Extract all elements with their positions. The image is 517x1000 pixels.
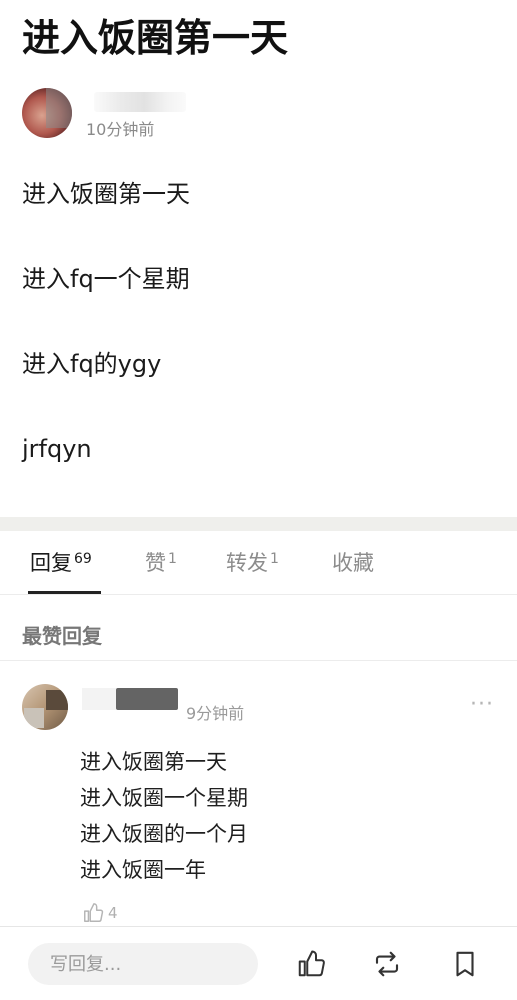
comment-like-button[interactable]: 4 bbox=[82, 902, 118, 924]
tab-reposts-count: 1 bbox=[270, 551, 279, 567]
tab-likes-count: 1 bbox=[168, 551, 177, 567]
tab-replies-label: 回复 bbox=[30, 551, 72, 575]
thumbs-up-icon[interactable] bbox=[296, 949, 326, 979]
post-title: 进入饭圈第一天 bbox=[22, 16, 289, 60]
author-row[interactable]: 10分钟前 bbox=[22, 88, 502, 144]
comment-line: 进入饭圈的一个月 bbox=[80, 822, 248, 846]
interaction-tabs: 回复 69 赞1 转发 1 收藏 bbox=[0, 531, 517, 595]
post-line: 进入fq的ygy bbox=[22, 350, 162, 378]
tab-likes[interactable]: 赞1 bbox=[145, 549, 177, 577]
thumbs-up-icon bbox=[84, 903, 104, 922]
tab-replies[interactable]: 回复 69 bbox=[30, 549, 92, 577]
tab-reposts-label: 转发 bbox=[226, 551, 268, 575]
post-detail-page: 进入饭圈第一天 10分钟前 进入饭圈第一天 进入fq一个星期 进入fq的ygy … bbox=[0, 0, 517, 1000]
comment-line: 进入饭圈一个星期 bbox=[80, 786, 248, 810]
tab-likes-label: 赞 bbox=[145, 551, 166, 575]
active-tab-indicator bbox=[28, 591, 101, 594]
comment-body: 进入饭圈第一天 进入饭圈一个星期 进入饭圈的一个月 进入饭圈一年 bbox=[80, 744, 490, 888]
tab-favorites-label: 收藏 bbox=[332, 551, 374, 575]
more-options-icon[interactable]: ··· bbox=[470, 694, 494, 716]
author-name-redacted[interactable] bbox=[94, 92, 186, 112]
section-rule bbox=[0, 660, 517, 661]
tab-favorites[interactable]: 收藏 bbox=[332, 549, 374, 577]
commenter-name-redacted[interactable] bbox=[82, 688, 116, 710]
comment-line: 进入饭圈一年 bbox=[80, 858, 206, 882]
tab-replies-count: 69 bbox=[74, 551, 92, 567]
post-time: 10分钟前 bbox=[86, 120, 155, 139]
comment-time: 9分钟前 bbox=[186, 704, 245, 723]
post-line: 进入fq一个星期 bbox=[22, 265, 190, 293]
reply-input[interactable] bbox=[28, 943, 258, 985]
comment-line: 进入饭圈第一天 bbox=[80, 750, 227, 774]
repost-icon[interactable] bbox=[372, 949, 402, 979]
commenter-name-redacted[interactable] bbox=[116, 688, 178, 710]
top-replies-label: 最赞回复 bbox=[22, 624, 102, 648]
post-line: jrfqyn bbox=[22, 435, 92, 463]
tab-reposts[interactable]: 转发 1 bbox=[226, 549, 279, 577]
comment-item: 9分钟前 ··· 进入饭圈第一天 进入饭圈一个星期 进入饭圈的一个月 进入饭圈一… bbox=[0, 680, 517, 930]
post-body: 进入饭圈第一天 进入fq一个星期 进入fq的ygy jrfqyn bbox=[22, 178, 502, 518]
bookmark-icon[interactable] bbox=[450, 949, 480, 979]
section-divider bbox=[0, 517, 517, 531]
post-line: 进入饭圈第一天 bbox=[22, 180, 190, 208]
commenter-avatar[interactable] bbox=[22, 684, 68, 730]
comment-like-count: 4 bbox=[108, 904, 118, 922]
bottom-action-bar bbox=[0, 926, 517, 1000]
author-avatar[interactable] bbox=[22, 88, 72, 138]
